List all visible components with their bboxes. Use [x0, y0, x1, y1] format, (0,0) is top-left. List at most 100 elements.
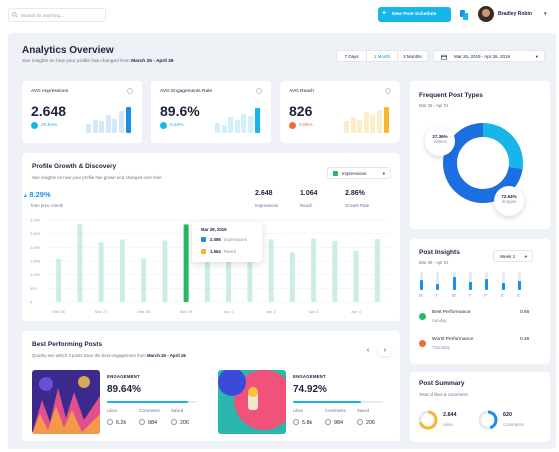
page-subtitle: See insights on how your profile has cha…: [22, 59, 174, 64]
tooltip-impressions-label: Impressions: [223, 237, 247, 242]
day-level-track: [485, 272, 489, 290]
growth-stat-value: 2.86%: [345, 190, 365, 197]
engagement-progress: [293, 401, 383, 403]
post-insights-subtitle: Mar 26 - Apr 01: [419, 260, 449, 265]
x-tick-label: Mar 27: [95, 309, 108, 314]
kpi-sparkbars: [86, 107, 132, 133]
page-title: Analytics Overview: [22, 45, 114, 56]
comments-metric: 984: [139, 419, 157, 426]
notification-icon[interactable]: [459, 9, 469, 21]
tooltip-date: Mar 28, 2019: [201, 227, 227, 232]
comments-ring: [478, 410, 498, 430]
comment-icon: [139, 419, 145, 425]
day-level-track: [452, 272, 456, 290]
kpi-spark-bar: [125, 107, 131, 133]
engagement-value: 89.64%: [107, 384, 141, 395]
user-name[interactable]: Bradley Robin: [498, 11, 532, 17]
best-performance-dot: [419, 313, 426, 320]
kpi-spark-bar: [383, 107, 389, 133]
saved-value: 206: [366, 420, 375, 426]
day-level-fill: [436, 283, 440, 290]
search-input[interactable]: Search for anything...: [8, 8, 106, 22]
likes-ring: [418, 410, 438, 430]
info-icon[interactable]: [385, 88, 391, 94]
worst-performance-day: Thursday: [432, 345, 450, 350]
chart-bar: [56, 258, 62, 302]
saved-label: Saved: [357, 408, 370, 413]
kpi-spark-bar: [112, 118, 118, 133]
chart-bar: [247, 257, 253, 302]
chart-bar: [374, 238, 380, 302]
range-selector: 7 Days 1 Month 3 Months: [336, 50, 428, 62]
kpi-spark-bar: [92, 120, 98, 133]
kpi-value: 89.6%: [160, 103, 200, 119]
kpi-spark-bar: [363, 112, 369, 133]
growth-stat-label: Impressions: [255, 203, 279, 208]
engagement-progress: [107, 401, 197, 403]
chart-bar: [353, 250, 359, 302]
chart-bar: [183, 224, 189, 302]
metric-filter-dropdown[interactable]: Impressions ▾: [327, 167, 391, 179]
day-level-track: [517, 272, 521, 290]
date-range-picker[interactable]: Mar 26, 2019 - Apr 26, 2019 ▾: [433, 50, 545, 62]
prev-button[interactable]: ‹: [362, 346, 374, 356]
kpi-delta: 20.84%: [41, 123, 58, 128]
frequent-types-title: Frequent Post Types: [419, 92, 483, 99]
kpi-spark-bar: [357, 120, 363, 133]
info-icon[interactable]: [256, 88, 262, 94]
y-tick-label: 1,500: [30, 259, 41, 264]
growth-stat-label: Growth Rate: [345, 203, 370, 208]
x-tick-label: Apr 1: [224, 309, 234, 314]
engagement-progress-fill: [293, 401, 361, 403]
kpi-card: AVG Impressions 2.648 20.84%: [22, 81, 142, 143]
kpi-spark-bar: [370, 114, 376, 133]
day-level-fill: [420, 280, 423, 290]
kpi-spark-bar: [344, 121, 349, 133]
kpi-delta: 8.64%: [170, 123, 184, 128]
new-post-label: New Post Schedule: [392, 12, 437, 17]
chart-tooltip: Mar 28, 2019 2.086 Impressions 1.564 Reach: [192, 222, 262, 262]
info-icon[interactable]: [127, 88, 133, 94]
plus-icon: +: [382, 10, 387, 17]
frequent-types-subtitle: Mar 26 - Apr 01: [419, 103, 449, 108]
day-level-fill: [452, 276, 456, 290]
range-option[interactable]: 1 Month: [367, 51, 398, 61]
range-option[interactable]: 3 Months: [398, 51, 427, 61]
range-option[interactable]: 7 Days: [337, 51, 368, 61]
top-bar: Search for anything... + New Post Schedu…: [0, 0, 559, 32]
kpi-spark-bar: [377, 109, 382, 133]
y-tick-label: 500: [30, 286, 37, 291]
day-label: F: [484, 293, 487, 298]
worst-performance-label: Worst Performance: [432, 337, 474, 342]
post-image[interactable]: [218, 370, 286, 434]
week-dropdown[interactable]: Week 1 ▾: [493, 250, 533, 262]
kpi-spark-bar: [241, 113, 247, 133]
tooltip-row-reach: 1.564 Reach: [201, 249, 236, 254]
likes-label: Likes: [107, 408, 118, 413]
y-tick-label: 2,500: [30, 231, 41, 236]
best-posts-title: Best Performing Posts: [32, 341, 103, 348]
kpi-spark-bar: [254, 108, 260, 133]
kpi-spark-bar: [105, 114, 111, 133]
best-performance-value: 0.56: [520, 310, 530, 315]
post-image-art: [218, 370, 286, 434]
avatar[interactable]: [478, 6, 494, 22]
reach-swatch: [201, 249, 206, 254]
images-bubble: 72.64% Images: [494, 186, 524, 216]
chevron-down-icon[interactable]: ▾: [544, 11, 547, 17]
post-image[interactable]: [32, 370, 100, 434]
best-posts-subtitle: Quickly see which 3 posts have the best …: [32, 353, 186, 358]
chevron-down-icon: ▾: [382, 171, 385, 176]
x-tick-label: Mar 26: [52, 309, 65, 314]
comments-value: 984: [334, 420, 343, 426]
kpi-title: AVG Engagements Rate: [160, 89, 213, 94]
kpi-spark-bar: [86, 123, 91, 133]
next-button[interactable]: ›: [379, 346, 391, 356]
post-summary-subtitle: Total of likes & comments: [419, 392, 468, 397]
day-level-track: [468, 272, 472, 290]
kpi-title: AVG Impressions: [31, 89, 68, 94]
x-tick-label: Apr 3: [309, 309, 319, 314]
new-post-schedule-button[interactable]: + New Post Schedule: [378, 7, 451, 22]
y-tick-label: 2,000: [30, 245, 41, 250]
growth-stat-value: 1.064: [300, 190, 318, 197]
